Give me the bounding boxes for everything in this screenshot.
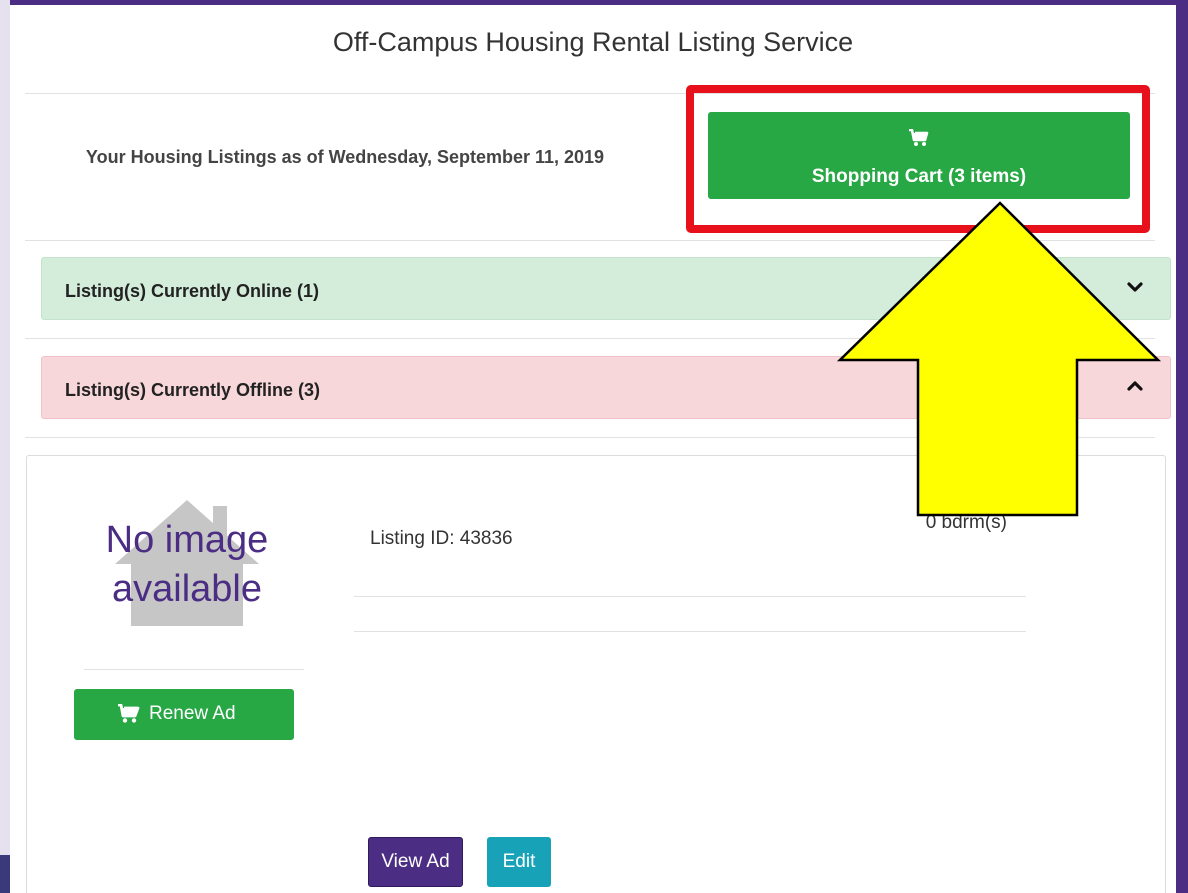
shopping-cart-button[interactable]: Shopping Cart (3 items) [708, 112, 1130, 199]
listing-card: No image available Listing ID: 43836 Dow… [26, 455, 1166, 893]
shopping-cart-icon [909, 128, 929, 153]
chevron-down-icon[interactable] [1127, 278, 1143, 299]
listing-location: Downtow 0 bdrm(s) [787, 481, 1007, 537]
no-image-placeholder: No image available [87, 496, 307, 626]
divider [354, 631, 1026, 632]
background-sidebar-dark-block [0, 855, 10, 893]
listings-date-heading: Your Housing Listings as of Wednesday, S… [85, 147, 605, 167]
divider [25, 338, 1155, 339]
shopping-cart-label: Shopping Cart (3 items) [811, 166, 1027, 187]
edit-button[interactable]: Edit [487, 837, 551, 887]
shopping-cart-icon [118, 703, 140, 730]
divider [84, 669, 304, 670]
page-title: Off-Campus Housing Rental Listing Servic… [332, 27, 854, 57]
divider [25, 437, 1155, 438]
renew-ad-button[interactable]: Renew Ad [74, 689, 294, 740]
listing-id: Listing ID: 43836 [370, 528, 513, 549]
divider [354, 596, 1026, 597]
no-image-text: No image available [105, 519, 269, 610]
online-listings-accordion[interactable]: Listing(s) Currently Online (1) [41, 257, 1171, 320]
offline-listings-accordion[interactable]: Listing(s) Currently Offline (3) [41, 356, 1171, 419]
chevron-up-icon[interactable] [1127, 377, 1143, 398]
divider [25, 240, 1155, 241]
background-sidebar-strip [0, 0, 10, 893]
main-panel: Off-Campus Housing Rental Listing Servic… [10, 5, 1176, 893]
listing-bedrooms: 0 bdrm(s) [925, 512, 1007, 533]
online-listings-label: Listing(s) Currently Online (1) [65, 281, 320, 301]
view-ad-button[interactable]: View Ad [368, 837, 463, 887]
listing-area: Downtow [928, 484, 1007, 505]
offline-listings-label: Listing(s) Currently Offline (3) [65, 380, 321, 400]
renew-ad-label: Renew Ad [149, 703, 236, 724]
